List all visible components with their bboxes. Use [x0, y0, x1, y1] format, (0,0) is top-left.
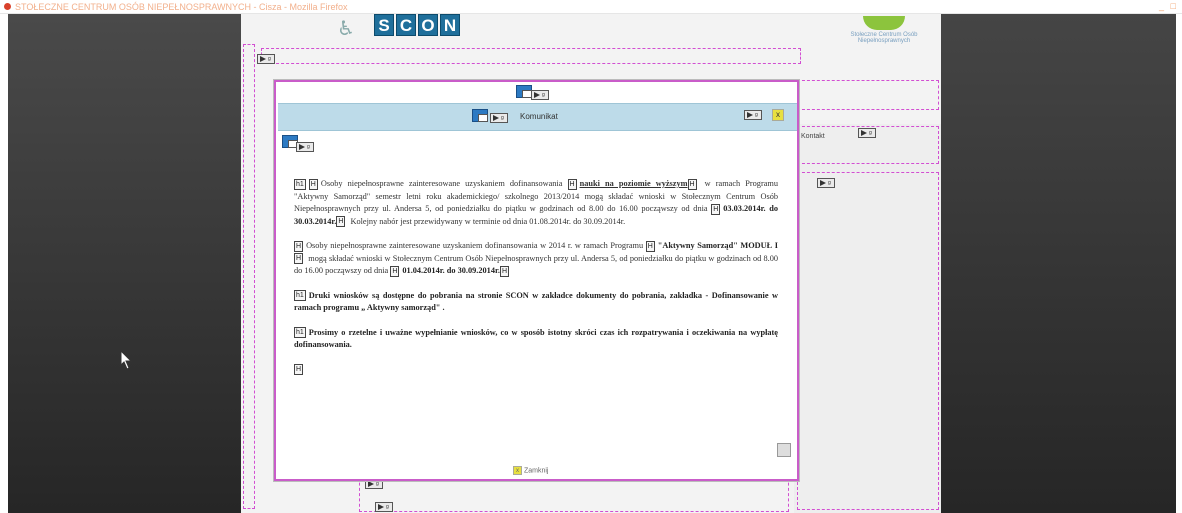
paragraph-4: h1 Prosimy o rzetelne i uważne wypełniani…: [294, 327, 778, 352]
dates: 01.04.2014r. do 30.09.2014r.: [402, 266, 500, 275]
placeholder-icon: g: [375, 502, 393, 512]
text: Druki wniosków są dostępne do pobrania n…: [294, 290, 778, 313]
image-placeholder-icon: [472, 109, 488, 122]
paragraph-1: h1 H Osoby niepełnosprawne zainteresowane …: [294, 178, 778, 228]
close-icon: x: [513, 466, 522, 475]
h-tag: H: [645, 240, 655, 252]
dialog-title: Komunikat: [520, 112, 558, 121]
placeholder-icon: g: [817, 178, 835, 188]
text: Prosimy o rzetelne i uważne wypełnianie …: [294, 327, 778, 350]
screen: ♿ S C O N Stołeczne Centrum Osób Niepełn…: [8, 14, 1176, 513]
h-tag: H: [294, 253, 304, 265]
h-tag: H: [567, 178, 577, 190]
left-edge-region: [243, 44, 255, 509]
window-titlebar: STOŁECZNE CENTRUM OSÓB NIEPEŁNOSPRAWNYCH…: [0, 0, 1182, 14]
wheelchair-icon: ♿: [337, 16, 355, 40]
logo-letter: N: [440, 14, 460, 36]
placeholder-icon: g: [531, 90, 549, 100]
h1-tag: h1: [294, 290, 306, 302]
text: Kolejny nabór jest przewidywany w termin…: [348, 216, 626, 226]
org-logo-icon: [863, 16, 905, 30]
firefox-icon: [4, 3, 11, 10]
side-panel: [797, 172, 939, 510]
h-tag: H: [308, 178, 318, 190]
mouse-cursor-icon: [120, 350, 132, 370]
paragraph-5: H: [294, 364, 778, 377]
placeholder-icon: g: [257, 54, 275, 64]
logo-letter: O: [418, 14, 438, 36]
scroll-down-button[interactable]: [777, 443, 791, 457]
scon-logo: S C O N: [374, 14, 462, 36]
side-box: [797, 80, 939, 110]
kontakt-link[interactable]: Kontakt: [801, 133, 825, 140]
text: Osoby niepełnosprawne zainteresowane uzy…: [306, 241, 646, 250]
h-tag: H: [294, 240, 304, 252]
h1-tag: h1: [294, 327, 306, 339]
announcement-dialog: g g Komunikat g x g h1 H Osoby niepełnospr…: [274, 80, 799, 481]
h-tag: H: [294, 364, 304, 376]
placeholder-icon: g: [490, 113, 508, 123]
right-background: [941, 14, 1176, 513]
logo-letter: C: [396, 14, 416, 36]
image-placeholder-icon: [516, 85, 532, 98]
footer-close-link[interactable]: x Zamknij: [513, 466, 548, 475]
window-controls[interactable]: _ □: [1159, 1, 1178, 11]
org-logo-text: Stołeczne Centrum Osób Niepełnosprawnych: [850, 32, 918, 44]
site-logo-area[interactable]: ♿ S C O N: [259, 14, 489, 46]
placeholder-icon: g: [744, 110, 762, 120]
h-tag: H: [499, 265, 510, 277]
header-region: [261, 48, 801, 64]
org-logo: Stołeczne Centrum Osób Niepełnosprawnych: [829, 14, 939, 62]
text: mogą składać wnioski w Stołecznym Centru…: [294, 253, 778, 276]
window-title: STOŁECZNE CENTRUM OSÓB NIEPEŁNOSPRAWNYCH…: [15, 1, 348, 12]
paragraph-2: H Osoby niepełnosprawne zainteresowane uz…: [294, 240, 778, 278]
paragraph-3: h1 Druki wniosków są dostępne do pobrania…: [294, 290, 778, 315]
h-tag: H: [336, 216, 346, 228]
left-background: [8, 14, 241, 513]
h1-tag: h1: [294, 178, 306, 190]
logo-letter: S: [374, 14, 394, 36]
program-name: "Aktywny Samorząd" MODUŁ I: [657, 241, 778, 250]
h-tag: H: [711, 203, 721, 215]
h-tag: H: [687, 178, 697, 190]
placeholder-icon: g: [296, 142, 314, 152]
footer-close-label: Zamknij: [523, 467, 549, 475]
h-tag: H: [390, 265, 400, 277]
placeholder-icon: g: [858, 128, 876, 138]
dialog-header: g Komunikat g x: [278, 103, 797, 131]
dialog-content: h1 H Osoby niepełnosprawne zainteresowane …: [294, 178, 778, 388]
close-button[interactable]: x: [772, 109, 784, 121]
text: Osoby niepełnosprawne zainteresowane uzy…: [320, 179, 568, 188]
higher-education-link[interactable]: nauki na poziomie wyższym: [580, 179, 688, 188]
